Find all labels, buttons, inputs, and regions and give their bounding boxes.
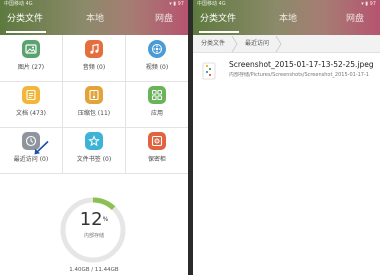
chevron-right-icon: [275, 35, 282, 53]
category-documents[interactable]: 文档 (473): [0, 82, 62, 128]
video-icon: [148, 40, 166, 58]
recent-screen: 中国移动 4G ▾ ▮ 97 分类文件 本地 网盘 分类文件 最近访问 Scre…: [193, 0, 380, 275]
app-header: 中国移动 4G ▾ ▮ 97 分类文件 本地 网盘: [0, 0, 188, 35]
storage-usage: 1.40GB / 11.44GB: [69, 267, 119, 273]
star-icon: [85, 132, 103, 150]
file-path: 内部存储/Pictures/Screenshots/Screenshot_201…: [229, 72, 369, 78]
annotation-arrow-icon: [34, 140, 49, 155]
active-tab-indicator: [6, 31, 46, 33]
category-screen: 中国移动 4G ▾ ▮ 97 分类文件 本地 网盘 图片 (27) 音频 (0)…: [0, 0, 188, 275]
archive-icon: [85, 86, 103, 104]
storage-label: 内部存储: [83, 233, 104, 239]
category-safe[interactable]: 保密柜: [126, 128, 188, 174]
file-name: Screenshot_2015-01-17-13-52-25.jpeg: [229, 60, 374, 69]
breadcrumb-item-categories[interactable]: 分类文件: [201, 35, 225, 53]
category-label: 应用: [150, 110, 163, 117]
status-indicators: ▾ ▮ 97: [169, 1, 184, 7]
tab-local[interactable]: 本地: [279, 13, 297, 25]
category-label: 最近访问 (0): [13, 156, 49, 163]
category-recent[interactable]: 最近访问 (0): [0, 128, 62, 174]
category-apps[interactable]: 应用: [126, 82, 188, 128]
image-file-icon: [202, 62, 216, 80]
category-images[interactable]: 图片 (27): [0, 36, 62, 82]
chevron-right-icon: [231, 35, 238, 53]
status-indicators: ▾ ▮ 97: [361, 1, 376, 7]
storage-percent: 12%: [0, 210, 188, 230]
safe-icon: [148, 132, 166, 150]
storage-gauge: [60, 197, 126, 263]
app-header: 中国移动 4G ▾ ▮ 97 分类文件 本地 网盘: [193, 0, 380, 35]
storage-percent-value: 12: [79, 209, 103, 230]
category-label: 音频 (0): [82, 64, 106, 71]
category-label: 图片 (27): [17, 64, 45, 71]
carrier-text: 中国移动 4G: [197, 1, 226, 7]
tab-local[interactable]: 本地: [86, 13, 104, 25]
category-label: 保密柜: [147, 156, 166, 163]
category-bookmarks[interactable]: 文件书签 (0): [63, 128, 125, 174]
image-icon: [22, 40, 40, 58]
storage-percent-sign: %: [102, 216, 109, 223]
list-item[interactable]: Screenshot_2015-01-17-13-52-25.jpeg 内部存储…: [193, 57, 380, 85]
category-video[interactable]: 视频 (0): [126, 36, 188, 82]
music-icon: [85, 40, 103, 58]
tab-cloud[interactable]: 网盘: [346, 13, 364, 25]
carrier-text: 中国移动 4G: [4, 1, 33, 7]
category-label: 文档 (473): [15, 110, 47, 117]
breadcrumb: 分类文件 最近访问: [193, 35, 380, 53]
category-audio[interactable]: 音频 (0): [63, 36, 125, 82]
active-tab-indicator: [199, 31, 239, 33]
tab-categories[interactable]: 分类文件: [7, 13, 43, 25]
category-label: 视频 (0): [145, 64, 169, 71]
category-archives[interactable]: 压缩包 (11): [63, 82, 125, 128]
document-icon: [22, 86, 40, 104]
breadcrumb-item-recent[interactable]: 最近访问: [245, 35, 269, 53]
apps-icon: [148, 86, 166, 104]
category-label: 文件书签 (0): [76, 156, 112, 163]
category-label: 压缩包 (11): [77, 110, 111, 117]
status-bar: 中国移动 4G ▾ ▮ 97: [0, 0, 188, 9]
tab-cloud[interactable]: 网盘: [155, 13, 173, 25]
tab-categories[interactable]: 分类文件: [200, 13, 236, 25]
status-bar: 中国移动 4G ▾ ▮ 97: [193, 0, 380, 9]
